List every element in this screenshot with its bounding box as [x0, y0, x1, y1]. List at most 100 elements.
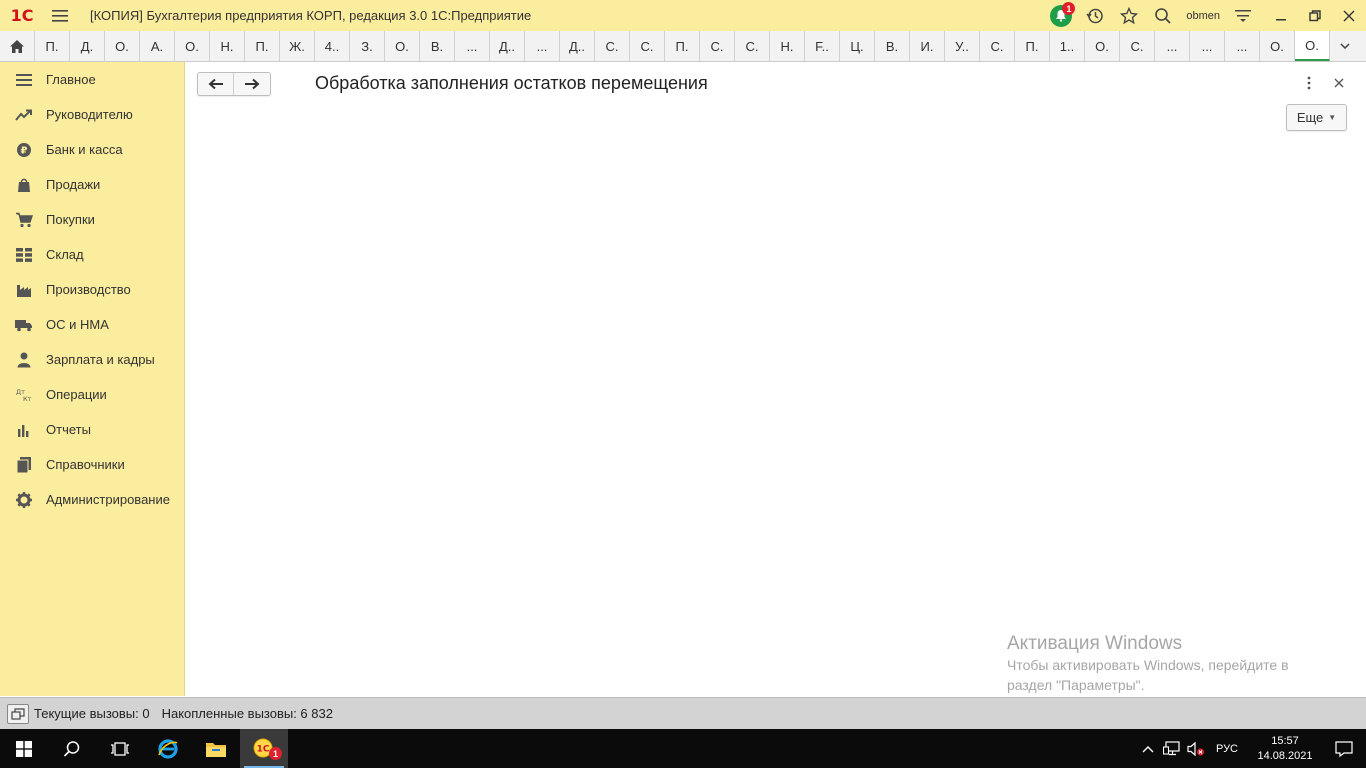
- window-tab[interactable]: С.: [630, 31, 665, 61]
- window-tab[interactable]: О.: [1085, 31, 1120, 61]
- search-button[interactable]: [1146, 0, 1180, 31]
- window-tab[interactable]: С.: [595, 31, 630, 61]
- window-tab[interactable]: О.: [1260, 31, 1295, 61]
- section-item[interactable]: ОС и НМА: [0, 307, 184, 342]
- show-hidden-icons-button[interactable]: [1136, 729, 1160, 768]
- window-tab[interactable]: П.: [1015, 31, 1050, 61]
- section-item[interactable]: Производство: [0, 272, 184, 307]
- window-tab[interactable]: Н.: [770, 31, 805, 61]
- window-tab[interactable]: Д..: [560, 31, 595, 61]
- window-tab[interactable]: ...: [1155, 31, 1190, 61]
- window-tab[interactable]: О.: [105, 31, 140, 61]
- window-tab[interactable]: ...: [1190, 31, 1225, 61]
- window-tab[interactable]: ...: [1225, 31, 1260, 61]
- window-tab[interactable]: О.: [1295, 31, 1330, 61]
- form-close-button[interactable]: [1331, 74, 1347, 92]
- window-tab[interactable]: С.: [735, 31, 770, 61]
- minimize-icon: [1276, 18, 1286, 20]
- history-button[interactable]: [1078, 0, 1112, 31]
- window-tab[interactable]: ...: [525, 31, 560, 61]
- windows-taskbar: 1С 1 РУС 15:57 14.08.2021: [0, 729, 1366, 768]
- clock[interactable]: 15:57 14.08.2021: [1248, 734, 1322, 764]
- window-tab[interactable]: ...: [455, 31, 490, 61]
- window-tab[interactable]: З.: [350, 31, 385, 61]
- search-icon: [1155, 7, 1171, 24]
- section-item[interactable]: Продажи: [0, 167, 184, 202]
- main-menu-button[interactable]: [44, 0, 76, 31]
- window-tab[interactable]: В.: [875, 31, 910, 61]
- window-tab[interactable]: П.: [665, 31, 700, 61]
- section-item[interactable]: Руководителю: [0, 97, 184, 132]
- window-tab[interactable]: П.: [245, 31, 280, 61]
- window-close-button[interactable]: [1332, 0, 1366, 31]
- input-language[interactable]: РУС: [1208, 743, 1248, 755]
- window-tab[interactable]: Д.: [70, 31, 105, 61]
- section-item[interactable]: Администрирование: [0, 482, 184, 517]
- task-view-icon: [111, 741, 129, 756]
- window-tab[interactable]: И.: [910, 31, 945, 61]
- minimize-button[interactable]: [1264, 0, 1298, 31]
- history-icon: [1086, 8, 1104, 23]
- section-item[interactable]: Отчеты: [0, 412, 184, 447]
- forward-button[interactable]: [234, 73, 270, 95]
- taskbar-1c-app-button[interactable]: 1С 1: [240, 729, 288, 768]
- window-tab[interactable]: О.: [175, 31, 210, 61]
- window-tab[interactable]: А.: [140, 31, 175, 61]
- window-tab[interactable]: О.: [385, 31, 420, 61]
- file-explorer-button[interactable]: [192, 729, 240, 768]
- restore-button[interactable]: [1298, 0, 1332, 31]
- internet-explorer-button[interactable]: [144, 729, 192, 768]
- svg-text:₽: ₽: [21, 145, 28, 156]
- watermark-title: Активация Windows: [1007, 633, 1183, 654]
- window-tab[interactable]: П.: [35, 31, 70, 61]
- window-tab[interactable]: 1..: [1050, 31, 1085, 61]
- folder-icon: [206, 742, 226, 757]
- user-name[interactable]: obmen: [1180, 10, 1226, 22]
- notifications-button[interactable]: 1: [1044, 0, 1078, 31]
- windows-stack-icon: [11, 707, 25, 720]
- window-tab[interactable]: Д..: [490, 31, 525, 61]
- open-windows-tab-bar: П. Д. О. А. О. Н. П. Ж. 4.. З. О. В.... Д..... Д.. С. С…: [0, 31, 1366, 62]
- window-tab[interactable]: F..: [805, 31, 840, 61]
- calls-monitor-button[interactable]: [7, 703, 29, 724]
- section-item[interactable]: Склад: [0, 237, 184, 272]
- section-item[interactable]: Покупки: [0, 202, 184, 237]
- more-button[interactable]: Еще ▼: [1286, 104, 1347, 131]
- form-more-actions-button[interactable]: [1301, 75, 1317, 91]
- window-tab[interactable]: С.: [700, 31, 735, 61]
- section-item[interactable]: Зарплата и кадры: [0, 342, 184, 377]
- section-item[interactable]: ₽ Банк и касса: [0, 132, 184, 167]
- window-tab[interactable]: Ц.: [840, 31, 875, 61]
- home-icon: [10, 39, 24, 53]
- watermark-text: Чтобы активировать Windows, перейдите в …: [1007, 655, 1327, 695]
- tabs-overflow-button[interactable]: [1330, 31, 1360, 61]
- volume-button[interactable]: [1184, 729, 1208, 768]
- window-tab[interactable]: Ж.: [280, 31, 315, 61]
- sections-list: Главное Руководителю ₽ Банк и касса Продажи П…: [0, 62, 184, 517]
- truck-icon: [15, 316, 33, 334]
- restore-icon: [1309, 9, 1321, 21]
- section-item-label: Покупки: [46, 212, 95, 227]
- window-tab[interactable]: С.: [1120, 31, 1155, 61]
- section-item[interactable]: Главное: [0, 62, 184, 97]
- action-center-button[interactable]: [1322, 729, 1366, 768]
- favorites-button[interactable]: [1112, 0, 1146, 31]
- window-tab[interactable]: В.: [420, 31, 455, 61]
- window-tab[interactable]: Н.: [210, 31, 245, 61]
- home-tab[interactable]: [0, 31, 35, 61]
- window-tab[interactable]: 4..: [315, 31, 350, 61]
- task-view-button[interactable]: [96, 729, 144, 768]
- section-item-label: Руководителю: [46, 107, 133, 122]
- accumulated-calls: Накопленные вызовы: 6 832: [161, 706, 333, 721]
- internet-explorer-icon: [158, 738, 178, 759]
- network-button[interactable]: [1160, 729, 1184, 768]
- taskbar-search-button[interactable]: [48, 729, 96, 768]
- kebab-icon: [1307, 76, 1311, 90]
- window-tab[interactable]: С.: [980, 31, 1015, 61]
- back-button[interactable]: [198, 73, 234, 95]
- section-item[interactable]: Дт Кт Операции: [0, 377, 184, 412]
- settings-menu-button[interactable]: [1226, 0, 1260, 31]
- window-tab[interactable]: У..: [945, 31, 980, 61]
- start-button[interactable]: [0, 729, 48, 768]
- section-item[interactable]: Справочники: [0, 447, 184, 482]
